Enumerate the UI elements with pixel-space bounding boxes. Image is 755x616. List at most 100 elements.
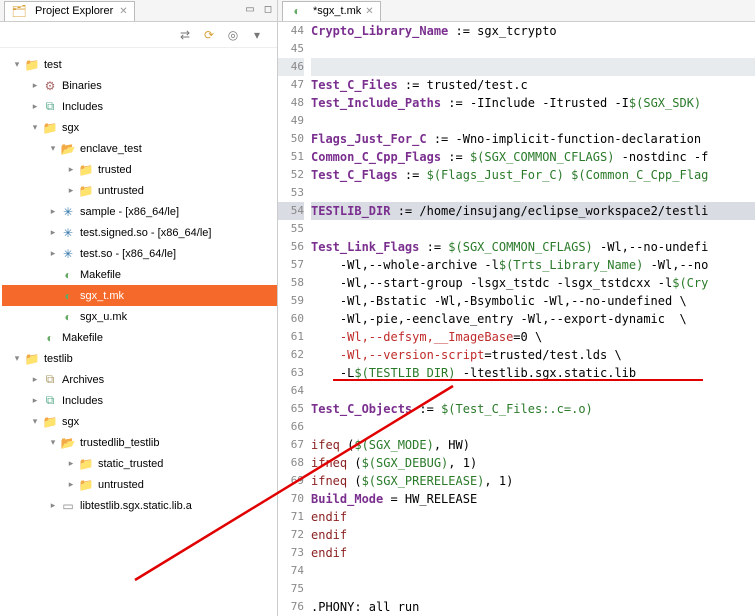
code-line[interactable]: Flags_Just_For_C := -Wno-implicit-functi… [311, 130, 755, 148]
code-line[interactable]: Test_C_Files := trusted/test.c [311, 76, 755, 94]
code-line[interactable]: endif [311, 526, 755, 544]
twisty-icon[interactable]: ▾ [46, 437, 60, 448]
tree-row[interactable]: ▸📁trusted [2, 159, 277, 180]
code-line[interactable]: Build_Mode = HW_RELEASE [311, 490, 755, 508]
tree-row[interactable]: ▸✳test.so - [x86_64/le] [2, 243, 277, 264]
tree-row[interactable]: ◐sgx_u.mk [2, 306, 277, 327]
maximize-icon[interactable]: ◻ [261, 4, 275, 18]
code-line[interactable]: -Wl,--whole-archive -l$(Trts_Library_Nam… [311, 256, 755, 274]
collapse-all-icon[interactable]: ⇄ [177, 27, 193, 43]
twisty-icon[interactable]: ▸ [64, 164, 78, 175]
editor-tab[interactable]: ◐ *sgx_t.mk ✕ [282, 1, 381, 21]
line-number: 59 [278, 292, 304, 310]
code-line[interactable]: -Wl,-pie,-eenclave_entry -Wl,--export-dy… [311, 310, 755, 328]
tree-row[interactable]: ▸📁untrusted [2, 474, 277, 495]
twisty-icon[interactable]: ▸ [28, 80, 42, 91]
code-line[interactable]: -Wl,--start-group -lsgx_tstdc -lsgx_tstd… [311, 274, 755, 292]
tree-row[interactable]: ▾📁test [2, 54, 277, 75]
tree-item-label: trusted [98, 164, 132, 176]
code-line[interactable] [311, 58, 755, 76]
code-line[interactable]: TESTLIB_DIR := /home/insujang/eclipse_wo… [311, 202, 755, 220]
line-number: 58 [278, 274, 304, 292]
code-line[interactable]: endif [311, 544, 755, 562]
code-line[interactable] [311, 562, 755, 580]
code-line[interactable]: -Wl,--defsym,__ImageBase=0 \ [311, 328, 755, 346]
close-icon[interactable]: ✕ [119, 6, 127, 17]
code-content[interactable]: Crypto_Library_Name := sgx_tcrypto Test_… [310, 22, 755, 616]
tree-row[interactable]: ▸▭libtestlib.sgx.static.lib.a [2, 495, 277, 516]
project-tree[interactable]: ▾📁test▸⚙Binaries▸⧉Includes▾📁sgx▾📂enclave… [0, 48, 277, 616]
focus-icon[interactable]: ◎ [225, 27, 241, 43]
code-line[interactable] [311, 40, 755, 58]
twisty-icon[interactable]: ▾ [28, 122, 42, 133]
code-line[interactable]: endif [311, 508, 755, 526]
tree-row[interactable]: ▾📂trustedlib_testlib [2, 432, 277, 453]
twisty-icon[interactable]: ▸ [46, 500, 60, 511]
twisty-icon[interactable]: ▾ [10, 59, 24, 70]
tree-row[interactable]: ▸⧉Includes [2, 96, 277, 117]
project-explorer-tab[interactable]: 🗂 Project Explorer ✕ [4, 1, 135, 21]
twisty-icon[interactable]: ▸ [64, 458, 78, 469]
line-number: 75 [278, 580, 304, 598]
twisty-icon[interactable]: ▸ [28, 101, 42, 112]
code-line[interactable]: Test_C_Flags := $(Flags_Just_For_C) $(Co… [311, 166, 755, 184]
twisty-icon[interactable]: ▸ [28, 374, 42, 385]
minimize-icon[interactable]: ▭ [243, 4, 257, 18]
twisty-icon[interactable]: ▸ [64, 185, 78, 196]
tree-row[interactable]: ◐Makefile [2, 264, 277, 285]
tree-row[interactable]: ▸⚙Binaries [2, 75, 277, 96]
code-editor[interactable]: 4445464748495051525354555657585960616263… [278, 22, 755, 616]
line-number: 44 [278, 22, 304, 40]
tree-row[interactable]: ▸📁static_trusted [2, 453, 277, 474]
twisty-icon[interactable]: ▸ [46, 248, 60, 259]
twisty-icon[interactable]: ▸ [46, 206, 60, 217]
twisty-icon[interactable]: ▸ [64, 479, 78, 490]
code-line[interactable]: Crypto_Library_Name := sgx_tcrypto [311, 22, 755, 40]
close-icon[interactable]: ✕ [365, 6, 373, 17]
code-line[interactable]: Test_Link_Flags := $(SGX_COMMON_CFLAGS) … [311, 238, 755, 256]
line-number: 62 [278, 346, 304, 364]
twisty-icon[interactable]: ▾ [28, 416, 42, 427]
code-line[interactable] [311, 112, 755, 130]
tree-row[interactable]: ▾📂enclave_test [2, 138, 277, 159]
code-line[interactable]: Common_C_Cpp_Flags := $(SGX_COMMON_CFLAG… [311, 148, 755, 166]
twisty-icon[interactable]: ▸ [46, 227, 60, 238]
tree-row[interactable]: ◐sgx_t.mk [2, 285, 277, 306]
code-line[interactable]: -L$(TESTLIB_DIR) -ltestlib.sgx.static.li… [311, 364, 755, 382]
tree-row[interactable]: ▸✳test.signed.so - [x86_64/le] [2, 222, 277, 243]
code-line[interactable] [311, 418, 755, 436]
code-line[interactable] [311, 382, 755, 400]
bin-icon-icon: ⚙ [42, 78, 58, 94]
line-number: 72 [278, 526, 304, 544]
code-line[interactable] [311, 220, 755, 238]
code-line[interactable]: .PHONY: all run [311, 598, 755, 616]
tree-row[interactable]: ▸⧉Includes [2, 390, 277, 411]
twisty-icon[interactable]: ▾ [10, 353, 24, 364]
twisty-icon[interactable]: ▸ [28, 395, 42, 406]
bug-icon-icon: ✳ [60, 246, 76, 262]
code-line[interactable]: ifneq ($(SGX_DEBUG), 1) [311, 454, 755, 472]
view-menu-icon[interactable]: ▾ [249, 27, 265, 43]
arc-icon-icon: ⧉ [42, 372, 58, 388]
link-editor-icon[interactable]: ⟳ [201, 27, 217, 43]
line-number: 55 [278, 220, 304, 238]
code-line[interactable] [311, 184, 755, 202]
tree-row[interactable]: ▾📁testlib [2, 348, 277, 369]
code-line[interactable]: -Wl,--version-script=trusted/test.lds \ [311, 346, 755, 364]
tree-row[interactable]: ▸📁untrusted [2, 180, 277, 201]
folder-icon-icon: 📁 [42, 414, 58, 430]
inc-icon-icon: ⧉ [42, 393, 58, 409]
code-line[interactable] [311, 580, 755, 598]
tree-row[interactable]: ▾📁sgx [2, 411, 277, 432]
code-line[interactable]: ifeq ($(SGX_MODE), HW) [311, 436, 755, 454]
tree-row[interactable]: ▸✳sample - [x86_64/le] [2, 201, 277, 222]
code-line[interactable]: Test_Include_Paths := -IInclude -Itruste… [311, 94, 755, 112]
line-number: 53 [278, 184, 304, 202]
code-line[interactable]: ifneq ($(SGX_PRERELEASE), 1) [311, 472, 755, 490]
code-line[interactable]: -Wl,-Bstatic -Wl,-Bsymbolic -Wl,--no-und… [311, 292, 755, 310]
tree-row[interactable]: ▾📁sgx [2, 117, 277, 138]
tree-row[interactable]: ▸⧉Archives [2, 369, 277, 390]
twisty-icon[interactable]: ▾ [46, 143, 60, 154]
tree-row[interactable]: ◐Makefile [2, 327, 277, 348]
code-line[interactable]: Test_C_Objects := $(Test_C_Files:.c=.o) [311, 400, 755, 418]
